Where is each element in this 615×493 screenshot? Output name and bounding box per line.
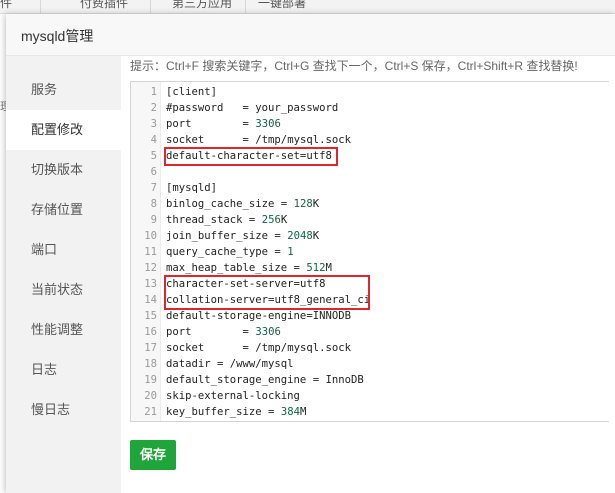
code-line: 6 xyxy=(131,164,609,180)
sidebar-item-status[interactable]: 当前状态 xyxy=(6,270,121,310)
code-text: key_buffer_size = 384M xyxy=(166,406,307,418)
code-line: 17 socket = /tmp/mysql.sock xyxy=(131,340,609,356)
sidebar: 服务 配置修改 切换版本 存储位置 端口 当前状态 性能调整 日志 慢日志 xyxy=(6,56,121,493)
line-number: 15 xyxy=(144,310,157,322)
tab-divider xyxy=(245,0,246,13)
code-text: [mysqld] xyxy=(166,182,218,194)
line-number: 13 xyxy=(144,278,157,290)
code-text: datadir = /www/mysql xyxy=(166,358,294,370)
sidebar-item-switch-version[interactable]: 切换版本 xyxy=(6,150,121,190)
code-line: 15 default-storage-engine=INNODB xyxy=(131,308,609,324)
code-line: 12 max_heap_table_size = 512M xyxy=(131,260,609,276)
code-text: socket = /tmp/mysql.sock xyxy=(166,134,351,146)
sidebar-item-service[interactable]: 服务 xyxy=(6,70,121,110)
code-text: max_heap_table_size = 512M xyxy=(166,262,332,274)
line-number: 8 xyxy=(150,198,157,210)
highlight-box xyxy=(164,275,370,310)
line-number: 10 xyxy=(144,230,157,242)
line-number: 3 xyxy=(150,118,157,130)
line-number: 18 xyxy=(144,358,157,370)
code-line: 1 [client] xyxy=(131,84,609,100)
code-text: default-storage-engine=INNODB xyxy=(166,310,351,322)
line-number: 4 xyxy=(150,134,157,146)
code-line: 4 socket = /tmp/mysql.sock xyxy=(131,132,609,148)
code-text: #password = your_password xyxy=(166,102,339,114)
code-line: 8 binlog_cache_size = 128K xyxy=(131,196,609,212)
line-number: 9 xyxy=(150,214,157,226)
code-text: socket = /tmp/mysql.sock xyxy=(166,342,351,354)
code-text: [client] xyxy=(166,86,218,98)
editor-hint: 提示：Ctrl+F 搜索关键字，Ctrl+G 查找下一个，Ctrl+S 保存，C… xyxy=(130,59,578,73)
tab-divider xyxy=(150,0,151,13)
line-number: 19 xyxy=(144,374,157,386)
background-tab: 付费插件 xyxy=(80,0,129,10)
line-number: 20 xyxy=(144,390,157,402)
line-number: 1 xyxy=(150,86,157,98)
code-text: default_storage_engine = InnoDB xyxy=(166,374,364,386)
save-button[interactable]: 保存 xyxy=(130,440,176,470)
tab-divider xyxy=(40,0,41,13)
line-number: 21 xyxy=(144,406,157,418)
line-number: 2 xyxy=(150,102,157,114)
sidebar-item-storage[interactable]: 存储位置 xyxy=(6,190,121,230)
code-line: 16 port = 3306 xyxy=(131,324,609,340)
background-tab: 一键部署 xyxy=(258,0,307,10)
code-text: join_buffer_size = 2048K xyxy=(166,230,320,242)
code-text: port = 3306 xyxy=(166,118,281,130)
highlight-box xyxy=(164,147,338,166)
code-text: port = 3306 xyxy=(166,326,281,338)
code-text: binlog_cache_size = 128K xyxy=(166,198,320,210)
code-text: skip-external-locking xyxy=(166,390,300,402)
modal-title: mysqld管理 xyxy=(21,28,94,44)
code-line: 9 thread_stack = 256K xyxy=(131,212,609,228)
line-number: 16 xyxy=(144,326,157,338)
code-line: 11 query_cache_type = 1 xyxy=(131,244,609,260)
background-tab-strip: 件 付费插件 第三方应用 一键部署 xyxy=(0,0,615,14)
line-number: 7 xyxy=(150,182,157,194)
line-number: 11 xyxy=(144,246,157,258)
line-number: 17 xyxy=(144,342,157,354)
code-line: 18 datadir = /www/mysql xyxy=(131,356,609,372)
line-number: 6 xyxy=(150,166,157,178)
sidebar-item-logs[interactable]: 日志 xyxy=(6,350,121,390)
code-text: thread_stack = 256K xyxy=(166,214,288,226)
sidebar-item-performance[interactable]: 性能调整 xyxy=(6,310,121,350)
code-line: 19 default_storage_engine = InnoDB xyxy=(131,372,609,388)
sidebar-item-slow-logs[interactable]: 慢日志 xyxy=(6,390,121,430)
config-editor[interactable]: 1 [client] 2 #password = your_password 3 port… xyxy=(130,81,609,422)
code-line: 7 [mysqld] xyxy=(131,180,609,196)
sidebar-item-config[interactable]: 配置修改 xyxy=(6,110,121,150)
code-line: 20 skip-external-locking xyxy=(131,388,609,404)
line-number: 5 xyxy=(150,150,157,162)
modal-header: mysqld管理 xyxy=(6,14,615,56)
background-tab: 第三方应用 xyxy=(172,0,233,10)
background-tab: 件 xyxy=(0,0,13,10)
code-line: 3 port = 3306 xyxy=(131,116,609,132)
line-number: 12 xyxy=(144,262,157,274)
sidebar-item-port[interactable]: 端口 xyxy=(6,230,121,270)
line-number: 14 xyxy=(144,294,157,306)
code-line: 10 join_buffer_size = 2048K xyxy=(131,228,609,244)
code-line: 21 key_buffer_size = 384M xyxy=(131,404,609,420)
code-text: query_cache_type = 1 xyxy=(166,246,294,258)
code-line: 2 #password = your_password xyxy=(131,100,609,116)
